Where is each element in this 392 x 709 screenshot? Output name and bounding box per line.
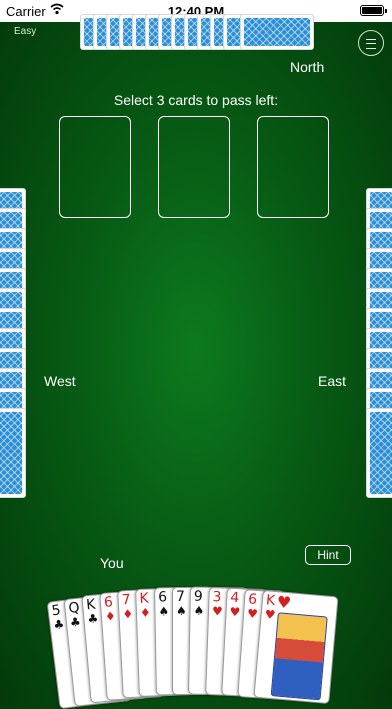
difficulty-label: Easy: [14, 26, 37, 37]
card-rank: 6: [103, 594, 114, 611]
north-card-back: [240, 14, 314, 50]
card-suit-icon: ♣: [52, 617, 66, 633]
pass-slot-1[interactable]: [59, 116, 131, 218]
card-suit-icon: ♣: [86, 611, 99, 627]
card-rank: Q: [67, 599, 81, 617]
card-rank: 7: [176, 589, 185, 605]
you-label: You: [100, 555, 124, 571]
card-rank: 6: [158, 589, 168, 606]
hamburger-menu-icon: [366, 39, 376, 49]
card-suit-icon: ♦: [104, 609, 117, 624]
card-rank: K: [139, 590, 149, 607]
west-label: West: [44, 373, 76, 389]
card-suit-icon: ♠: [193, 603, 205, 618]
card-suit-icon: ♦: [122, 606, 134, 622]
hand-card[interactable]: K ♥ ♥: [253, 589, 339, 705]
card-rank: K: [265, 592, 276, 609]
card-suit-icon: ♥: [229, 604, 241, 620]
card-rank: 4: [229, 589, 240, 607]
card-rank: K: [85, 596, 97, 614]
card-rank: 3: [212, 589, 222, 606]
hint-button[interactable]: Hint: [305, 545, 351, 565]
battery-icon: [360, 5, 387, 16]
card-suit-icon: ♦: [139, 605, 151, 620]
card-center-suit-icon: ♥: [276, 592, 292, 613]
card-suit-icon: ♥: [211, 604, 224, 619]
pass-slot-3[interactable]: [257, 116, 329, 218]
card-rank: 7: [121, 591, 132, 609]
east-label: East: [318, 373, 347, 389]
pass-slot-2[interactable]: [158, 116, 230, 218]
king-of-hearts-art: [270, 612, 328, 701]
west-card-back: [0, 408, 26, 498]
card-suit-icon: ♠: [158, 604, 170, 619]
card-rank: 9: [193, 588, 203, 605]
card-suit-icon: ♥: [264, 607, 277, 623]
card-suit-icon: ♣: [69, 614, 82, 630]
card-rank: 5: [50, 602, 62, 620]
card-suit-icon: ♥: [246, 606, 259, 622]
card-rank: 6: [247, 591, 258, 608]
east-card-back: [366, 408, 392, 498]
north-label: North: [290, 59, 325, 75]
card-suit-icon: ♠: [176, 604, 187, 618]
pass-instruction: Select 3 cards to pass left:: [113, 92, 279, 108]
menu-button[interactable]: [358, 30, 384, 56]
